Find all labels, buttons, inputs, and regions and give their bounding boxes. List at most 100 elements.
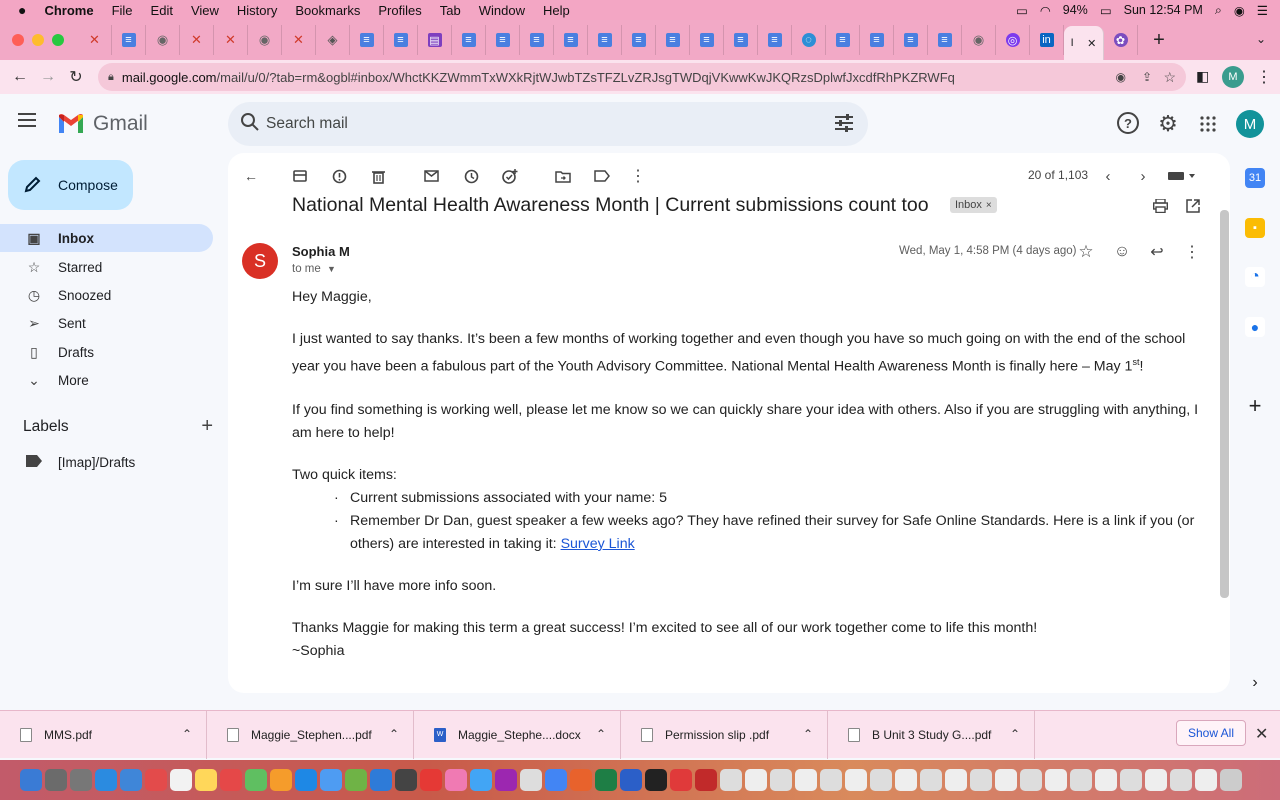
dock-app-icon[interactable] bbox=[1045, 769, 1067, 791]
dock-app-icon[interactable] bbox=[320, 769, 342, 791]
star-icon[interactable]: ☆ bbox=[1076, 242, 1096, 262]
newer-chevron-icon[interactable]: ‹ bbox=[1098, 166, 1118, 186]
sidebar-item-starred[interactable]: ☆ Starred bbox=[0, 253, 213, 281]
browser-tab[interactable]: ≡ bbox=[622, 25, 656, 55]
dock-app-icon[interactable] bbox=[120, 769, 142, 791]
recipient-details[interactable]: to me ▼ bbox=[292, 263, 336, 275]
lock-icon[interactable]: 🔒︎ bbox=[108, 71, 114, 84]
back-icon[interactable]: ← bbox=[6, 63, 34, 91]
tab-close-icon[interactable]: ✕ bbox=[1087, 37, 1096, 50]
dock-app-icon[interactable] bbox=[1195, 769, 1217, 791]
dock-app-icon[interactable] bbox=[295, 769, 317, 791]
dock-app-icon[interactable] bbox=[995, 769, 1017, 791]
clock[interactable]: Sun 12:54 PM bbox=[1124, 3, 1203, 17]
message-scrollbar[interactable] bbox=[1220, 210, 1229, 598]
browser-tab[interactable]: ◉ bbox=[962, 25, 996, 55]
search-input[interactable]: Search mail bbox=[266, 115, 348, 133]
sidebar-item-drafts[interactable]: ▯ Drafts bbox=[0, 338, 213, 366]
older-chevron-icon[interactable]: › bbox=[1133, 166, 1153, 186]
add-label-icon[interactable]: + bbox=[201, 416, 213, 436]
eye-icon[interactable]: ◉ bbox=[1116, 70, 1126, 84]
browser-tab[interactable]: ≡ bbox=[928, 25, 962, 55]
menu-bookmarks[interactable]: Bookmarks bbox=[295, 3, 360, 18]
reload-icon[interactable]: ↻ bbox=[62, 63, 90, 91]
dock-app-icon[interactable] bbox=[370, 769, 392, 791]
new-tab-button[interactable]: + bbox=[1144, 25, 1174, 55]
dock-app-icon[interactable] bbox=[870, 769, 892, 791]
dock-app-icon[interactable] bbox=[545, 769, 567, 791]
dock-app-icon[interactable] bbox=[845, 769, 867, 791]
contacts-icon[interactable]: ● bbox=[1245, 317, 1265, 337]
side-panel-icon[interactable]: ◧ bbox=[1196, 68, 1209, 85]
browser-tab[interactable]: ▤ bbox=[418, 25, 452, 55]
download-options-chevron-icon[interactable]: ⌃ bbox=[1010, 727, 1020, 741]
dock-app-icon[interactable] bbox=[970, 769, 992, 791]
address-bar[interactable]: 🔒︎ mail.google.com /mail/u/0/?tab=rm&ogb… bbox=[98, 63, 1186, 91]
menu-file[interactable]: File bbox=[112, 3, 133, 18]
dock-app-icon[interactable] bbox=[495, 769, 517, 791]
browser-tab[interactable]: ≡ bbox=[656, 25, 690, 55]
download-options-chevron-icon[interactable]: ⌃ bbox=[803, 727, 813, 741]
print-icon[interactable] bbox=[1150, 196, 1170, 216]
dock-app-icon[interactable] bbox=[770, 769, 792, 791]
dock-app-icon[interactable] bbox=[220, 769, 242, 791]
survey-link[interactable]: Survey Link bbox=[561, 536, 635, 552]
dock-app-icon[interactable] bbox=[620, 769, 642, 791]
browser-tab[interactable]: ◉ bbox=[248, 25, 282, 55]
menu-profiles[interactable]: Profiles bbox=[378, 3, 421, 18]
dock-app-icon[interactable] bbox=[395, 769, 417, 791]
sender-avatar[interactable]: S bbox=[242, 243, 278, 279]
apple-icon[interactable]: ● bbox=[18, 2, 26, 18]
dock-app-icon[interactable] bbox=[1020, 769, 1042, 791]
move-to-icon[interactable] bbox=[553, 166, 573, 186]
dock-app-icon[interactable] bbox=[420, 769, 442, 791]
dock-app-icon[interactable] bbox=[945, 769, 967, 791]
browser-menu-icon[interactable]: ⋮ bbox=[1256, 67, 1272, 87]
siri-icon[interactable]: ◉ bbox=[1234, 3, 1245, 18]
show-side-panel-icon[interactable]: › bbox=[1245, 673, 1265, 693]
browser-tab[interactable]: ✕ bbox=[180, 25, 214, 55]
zoom-window-button[interactable] bbox=[52, 34, 64, 46]
tasks-icon[interactable]: ◔ bbox=[1245, 267, 1265, 287]
get-addons-icon[interactable]: + bbox=[1245, 393, 1265, 418]
help-icon[interactable]: ? bbox=[1117, 112, 1139, 134]
browser-tab[interactable]: ◎ bbox=[996, 25, 1030, 55]
browser-tab[interactable]: ≡ bbox=[690, 25, 724, 55]
browser-tab[interactable]: ≡ bbox=[384, 25, 418, 55]
browser-tab[interactable]: ≡ bbox=[554, 25, 588, 55]
download-item[interactable]: Permission slip .pdf ⌃ bbox=[621, 710, 828, 759]
bookmark-star-icon[interactable]: ☆ bbox=[1163, 69, 1176, 86]
menu-window[interactable]: Window bbox=[479, 3, 525, 18]
download-item[interactable]: W Maggie_Stephe....docx ⌃ bbox=[414, 710, 621, 759]
report-spam-icon[interactable] bbox=[329, 166, 349, 186]
reply-icon[interactable]: ↩ bbox=[1147, 242, 1167, 262]
archive-icon[interactable] bbox=[290, 166, 310, 186]
main-menu-icon[interactable] bbox=[18, 112, 46, 136]
browser-tab[interactable]: ✕ bbox=[78, 25, 112, 55]
browser-tab[interactable]: ≡ bbox=[350, 25, 384, 55]
browser-tab[interactable]: ≡ bbox=[112, 25, 146, 55]
dock-app-icon[interactable] bbox=[520, 769, 542, 791]
delete-icon[interactable] bbox=[368, 166, 388, 186]
mark-unread-icon[interactable] bbox=[421, 166, 441, 186]
menu-edit[interactable]: Edit bbox=[151, 3, 173, 18]
dock-app-icon[interactable] bbox=[1170, 769, 1192, 791]
calendar-icon[interactable]: 31 bbox=[1245, 168, 1265, 188]
dock-app-icon[interactable] bbox=[95, 769, 117, 791]
profile-avatar[interactable]: M bbox=[1222, 66, 1244, 88]
account-avatar[interactable]: M bbox=[1236, 110, 1264, 138]
search-icon[interactable] bbox=[240, 112, 260, 137]
close-window-button[interactable] bbox=[12, 34, 24, 46]
compose-button[interactable]: Compose bbox=[8, 160, 133, 210]
browser-tab[interactable]: ◈ bbox=[316, 25, 350, 55]
emoji-reaction-icon[interactable]: ☺ bbox=[1112, 242, 1132, 262]
remove-label-icon[interactable]: × bbox=[986, 200, 992, 211]
open-in-new-window-icon[interactable] bbox=[1183, 196, 1203, 216]
back-to-inbox-icon[interactable]: ← bbox=[241, 166, 261, 186]
spotlight-search-icon[interactable]: ⌕ bbox=[1215, 3, 1222, 18]
dock-app-icon[interactable] bbox=[170, 769, 192, 791]
browser-tab[interactable]: ≡ bbox=[520, 25, 554, 55]
gmail-logo[interactable]: Gmail bbox=[57, 112, 148, 136]
sender-name[interactable]: Sophia M bbox=[292, 244, 350, 259]
dock-app-icon[interactable] bbox=[20, 769, 42, 791]
